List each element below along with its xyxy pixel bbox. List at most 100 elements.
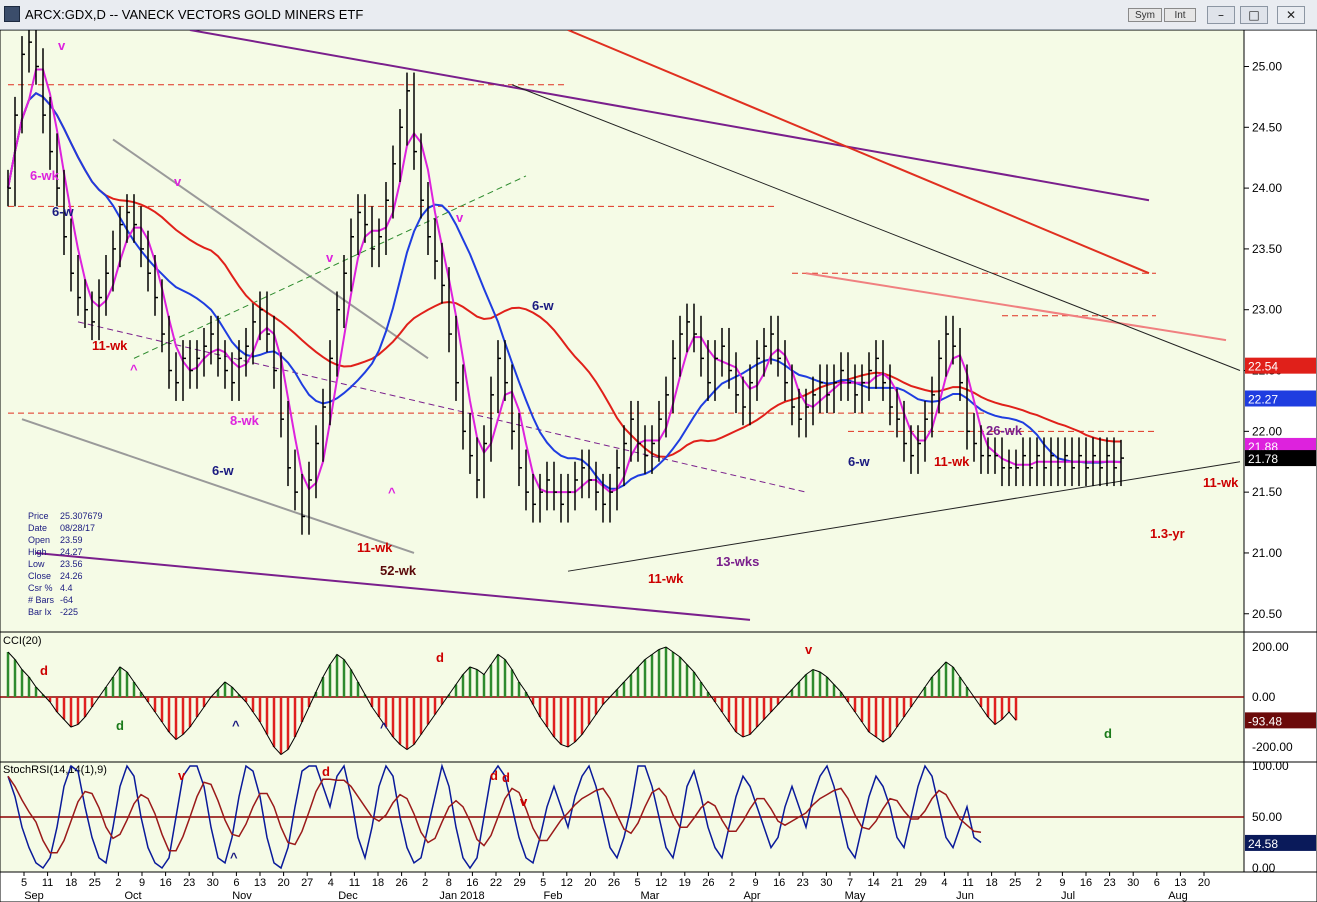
x-tick-label: 9: [1059, 877, 1065, 889]
x-tick-label: 23: [183, 877, 195, 889]
x-month-label: Dec: [338, 890, 358, 902]
info-label: High: [28, 547, 47, 557]
x-tick-label: 20: [277, 877, 289, 889]
x-month-label: Aug: [1168, 890, 1188, 902]
panel-bg-1: [0, 30, 1245, 633]
close-button[interactable]: ✕: [1277, 6, 1305, 24]
price-annotation: 6-w: [848, 454, 871, 469]
info-value: -225: [60, 607, 78, 617]
price-annotation: 11-wk: [648, 571, 684, 586]
info-label: Csr %: [28, 583, 53, 593]
chart-area[interactable]: 25.0024.5024.0023.5023.0022.5022.0021.50…: [0, 30, 1317, 902]
info-value: 24.26: [60, 571, 83, 581]
price-tick-label: 20.50: [1252, 607, 1282, 621]
x-tick-label: 11: [349, 877, 360, 889]
x-tick-label: 5: [540, 877, 546, 889]
stoch-annotation: v: [178, 768, 186, 783]
price-annotation: 52-wk: [380, 563, 417, 578]
price-tick-label: 22.00: [1252, 424, 1282, 438]
x-month-label: Feb: [544, 890, 563, 902]
x-tick-label: 22: [490, 877, 502, 889]
stoch-title: StochRSI(14,14(1),9): [3, 764, 107, 776]
x-tick-label: 16: [773, 877, 785, 889]
stoch-annotation: d: [490, 768, 498, 783]
price-tick-label: 21.50: [1252, 485, 1282, 499]
x-month-label: Jun: [956, 890, 974, 902]
x-tick-label: 16: [159, 877, 171, 889]
x-tick-label: 25: [1009, 877, 1021, 889]
price-tick-label: 25.00: [1252, 59, 1282, 73]
price-tick-label: 24.50: [1252, 120, 1282, 134]
x-tick-label: 11: [42, 877, 53, 889]
stoch-tick-label: 100.00: [1252, 759, 1289, 773]
price-tick-label: 23.00: [1252, 303, 1282, 317]
stoch-annotation: v: [520, 794, 528, 809]
price-annotation: 6-w: [52, 204, 75, 219]
cci-tick-label: -200.00: [1252, 740, 1293, 754]
x-tick-label: 18: [65, 877, 77, 889]
x-month-label: Nov: [232, 890, 252, 902]
price-tick-label: 24.00: [1252, 181, 1282, 195]
x-tick-label: 2: [729, 877, 735, 889]
price-annotation: 6-w: [532, 298, 555, 313]
x-tick-label: 18: [985, 877, 997, 889]
x-tick-label: 19: [679, 877, 691, 889]
x-month-label: Jul: [1061, 890, 1075, 902]
price-annotation: 11-wk: [92, 338, 128, 353]
x-tick-label: 11: [962, 877, 973, 889]
info-value: 23.56: [60, 559, 83, 569]
cci-annotation: d: [436, 650, 444, 665]
x-tick-label: 13: [254, 877, 266, 889]
price-label-ma_mid: 22.27: [1248, 392, 1278, 406]
x-tick-label: 6: [1154, 877, 1160, 889]
info-value: 4.4: [60, 583, 73, 593]
x-tick-label: 13: [1174, 877, 1186, 889]
price-annotation: 1.3-yr: [1150, 526, 1185, 541]
price-annotation: 6-wk: [30, 168, 60, 183]
minimize-button[interactable]: –: [1207, 6, 1235, 24]
x-tick-label: 26: [608, 877, 620, 889]
x-tick-label: 20: [584, 877, 596, 889]
cci-tick-label: 200.00: [1252, 640, 1289, 654]
price-annotation: 26-wk: [986, 423, 1023, 438]
info-value: 23.59: [60, 535, 83, 545]
stoch-last-value: 24.58: [1248, 837, 1278, 851]
x-tick-label: 5: [635, 877, 641, 889]
interval-button[interactable]: Int: [1164, 8, 1196, 22]
x-tick-label: 29: [513, 877, 525, 889]
x-tick-label: 9: [753, 877, 759, 889]
chart-canvas[interactable]: 25.0024.5024.0023.5023.0022.5022.0021.50…: [0, 30, 1317, 902]
x-tick-label: 8: [446, 877, 452, 889]
price-annotation: ^: [388, 485, 396, 500]
cci-annotation: d: [40, 663, 48, 678]
x-tick-label: 2: [115, 877, 121, 889]
x-tick-label: 14: [867, 877, 879, 889]
cci-last-value: -93.48: [1248, 714, 1282, 728]
x-tick-label: 26: [395, 877, 407, 889]
price-annotation: ^: [130, 362, 138, 377]
info-label: Bar Ix: [28, 607, 52, 617]
x-tick-label: 30: [207, 877, 219, 889]
stoch-annotation: d: [502, 770, 510, 785]
app-icon[interactable]: [4, 6, 20, 22]
maximize-button[interactable]: □: [1240, 6, 1268, 24]
info-value: 08/28/17: [60, 523, 95, 533]
price-annotation: 11-wk: [1203, 475, 1239, 490]
x-tick-label: 9: [139, 877, 145, 889]
stoch-tick-label: 50.00: [1252, 810, 1282, 824]
x-month-label: Oct: [124, 890, 141, 902]
price-label-last: 21.78: [1248, 452, 1278, 466]
x-tick-label: 23: [797, 877, 809, 889]
symbol-button[interactable]: Sym: [1128, 8, 1162, 22]
info-value: 25.307679: [60, 511, 103, 521]
x-tick-label: 29: [915, 877, 927, 889]
cci-tick-label: 0.00: [1252, 690, 1276, 704]
price-annotation: v: [456, 210, 464, 225]
x-tick-label: 23: [1103, 877, 1115, 889]
x-tick-label: 16: [1080, 877, 1092, 889]
x-tick-label: 20: [1198, 877, 1210, 889]
x-tick-label: 6: [233, 877, 239, 889]
x-month-label: Jan 2018: [439, 890, 484, 902]
info-label: Price: [28, 511, 49, 521]
x-month-label: Mar: [641, 890, 660, 902]
